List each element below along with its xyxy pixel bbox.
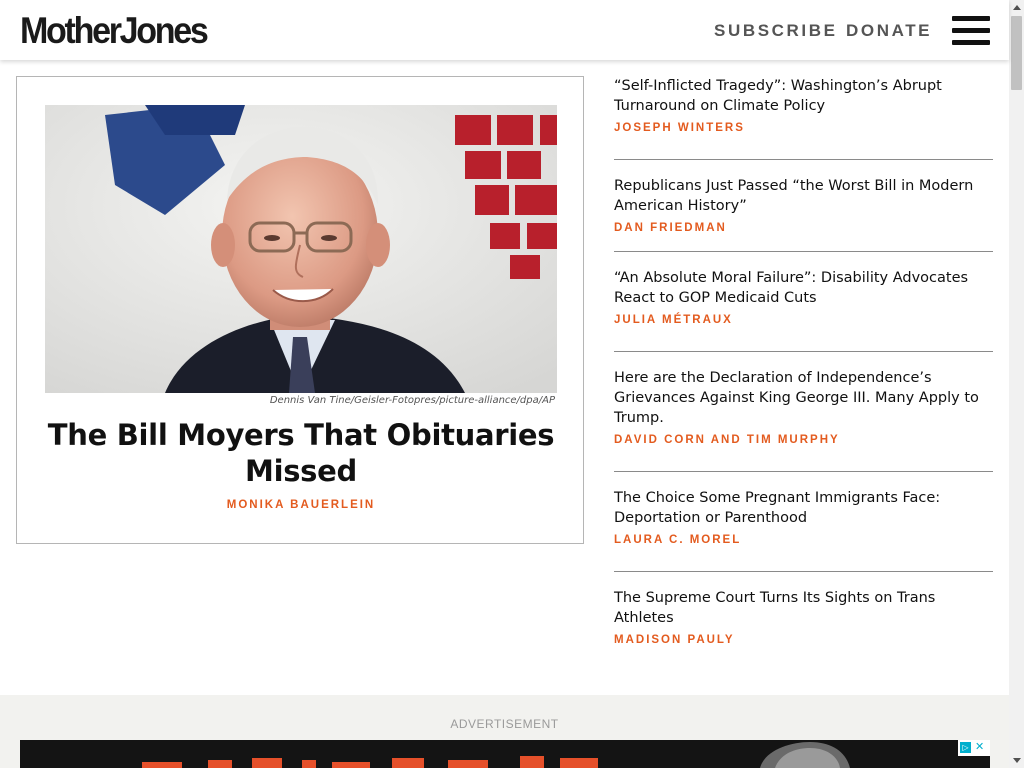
hamburger-menu-icon[interactable] [952, 16, 990, 46]
scroll-down-icon[interactable] [1009, 753, 1024, 768]
featured-story-title[interactable]: The Bill Moyers That Obituaries Missed [45, 417, 557, 489]
story-item: “An Absolute Moral Failure”: Disability … [614, 268, 993, 352]
story-title[interactable]: Republicans Just Passed “the Worst Bill … [614, 176, 993, 216]
page-scrollbar[interactable] [1009, 0, 1024, 768]
featured-photo[interactable] [45, 105, 557, 393]
story-title[interactable]: The Supreme Court Turns Its Sights on Tr… [614, 588, 993, 628]
story-author[interactable]: JULIA MÉTRAUX [614, 314, 993, 326]
story-author[interactable]: MADISON PAULY [614, 634, 993, 646]
story-item: Republicans Just Passed “the Worst Bill … [614, 176, 993, 252]
ad-info-icon[interactable]: ▷ [960, 742, 971, 753]
story-title[interactable]: “Self-Inflicted Tragedy”: Washington’s A… [614, 76, 993, 116]
story-author[interactable]: DAN FRIEDMAN [614, 222, 993, 234]
story-item: “Self-Inflicted Tragedy”: Washington’s A… [614, 76, 993, 160]
featured-story: Dennis Van Tine/Geisler-Fotopres/picture… [16, 76, 584, 544]
advertisement-label: ADVERTISEMENT [450, 717, 559, 731]
donate-link[interactable]: DONATE [846, 20, 932, 42]
site-logo[interactable]: MotherJones [20, 10, 209, 52]
story-title[interactable]: The Choice Some Pregnant Immigrants Face… [614, 488, 993, 528]
advertisement-section: ADVERTISEMENT ▷ ✕ [0, 695, 1009, 768]
featured-story-author[interactable]: MONIKA BAUERLEIN [45, 499, 557, 511]
image-credit: Dennis Van Tine/Geisler-Fotopres/picture… [269, 395, 555, 406]
story-author[interactable]: LAURA C. MOREL [614, 534, 993, 546]
menu-bar [952, 40, 990, 45]
story-item: The Choice Some Pregnant Immigrants Face… [614, 488, 993, 572]
story-author[interactable]: JOSEPH WINTERS [614, 122, 993, 134]
ad-creative-graphic [20, 740, 990, 768]
story-title[interactable]: Here are the Declaration of Independence… [614, 368, 993, 428]
story-author[interactable]: DAVID CORN AND TIM MURPHY [614, 434, 993, 446]
story-item: The Supreme Court Turns Its Sights on Tr… [614, 588, 993, 658]
menu-bar [952, 28, 990, 33]
portrait-illustration [45, 105, 557, 393]
subscribe-link[interactable]: SUBSCRIBE [714, 20, 838, 42]
scrollbar-thumb[interactable] [1011, 16, 1022, 90]
menu-bar [952, 16, 990, 21]
scroll-up-icon[interactable] [1009, 0, 1024, 15]
story-title[interactable]: “An Absolute Moral Failure”: Disability … [614, 268, 993, 308]
ad-choices-icon[interactable]: ▷ ✕ [958, 740, 990, 756]
site-header: MotherJones SUBSCRIBE DONATE [0, 0, 1009, 60]
advertisement-banner[interactable]: ▷ ✕ [20, 740, 990, 768]
story-item: Here are the Declaration of Independence… [614, 368, 993, 472]
ad-close-icon[interactable]: ✕ [975, 741, 984, 754]
